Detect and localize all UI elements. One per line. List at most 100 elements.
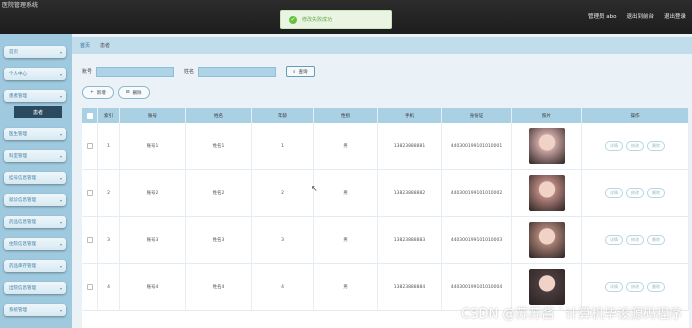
- name-search-input[interactable]: [198, 66, 277, 77]
- breadcrumb-current: 患者: [100, 43, 111, 49]
- chevron-down-icon: ▾: [59, 49, 62, 55]
- row-phone: 13823888883: [378, 217, 442, 263]
- row-operations: 详情 修改 删除: [582, 170, 689, 216]
- sidebar-item-patients[interactable]: 患者管理 ▾: [4, 90, 66, 102]
- row-photo-cell: [512, 170, 582, 216]
- sidebar-item-registration[interactable]: 挂号信息管理 ▾: [4, 172, 66, 184]
- chevron-down-icon: ▾: [59, 241, 62, 247]
- patient-photo: [528, 222, 565, 258]
- success-toast: ✓ 修改失败成功: [280, 10, 392, 29]
- row-index: 4: [98, 264, 120, 310]
- detail-button[interactable]: 详情: [605, 188, 623, 198]
- current-user: 管理员 abo: [587, 14, 617, 20]
- table-row: 2 账号2 姓名2 2 男 13823888882 44030019910101…: [82, 170, 689, 217]
- row-index: 3: [98, 217, 120, 263]
- account-label: 账号: [82, 69, 93, 75]
- col-operations: 操作: [582, 108, 689, 123]
- row-select-cell[interactable]: [82, 264, 98, 310]
- row-operations: 详情 修改 删除: [582, 123, 689, 169]
- mouse-cursor-icon: ↖: [311, 184, 318, 193]
- row-checkbox[interactable]: [86, 143, 93, 149]
- col-phone: 手机: [378, 108, 442, 123]
- row-index: 2: [98, 170, 120, 216]
- main-content: 首页 患者 账号 姓名 ⌕ 查询 + 新增 ⊟ 删除 索引 账号 姓名 年龄 性…: [72, 34, 692, 328]
- select-all-cell[interactable]: [82, 108, 98, 123]
- row-age: 3: [252, 217, 314, 263]
- row-idcard: 440300199101010002: [442, 170, 512, 216]
- row-idcard: 440300199101010003: [442, 217, 512, 263]
- exit-to-frontend-link[interactable]: 退出到前台: [626, 12, 654, 20]
- row-checkbox[interactable]: [86, 237, 93, 243]
- sidebar-item-inventory[interactable]: 药品库存管理 ▾: [4, 260, 66, 272]
- sidebar-item-profile[interactable]: 个人中心 ▾: [4, 68, 66, 80]
- table-row: 1 账号1 姓名1 1 男 13823888881 44030019910101…: [82, 123, 689, 170]
- top-right-menu: 管理员 abo 退出到前台 退出登录: [588, 12, 686, 20]
- name-label: 姓名: [184, 69, 195, 75]
- detail-button[interactable]: 详情: [605, 141, 623, 151]
- delete-row-button[interactable]: 删除: [647, 282, 665, 292]
- patient-photo: [528, 175, 565, 211]
- delete-icon: ⊟: [125, 90, 130, 95]
- sidebar-item-label: 药品库存管理: [9, 264, 36, 269]
- sidebar-item-label: 个人中心: [9, 72, 27, 77]
- sidebar-item-medicine[interactable]: 药品信息管理 ▾: [4, 216, 66, 228]
- sidebar-item-departments[interactable]: 科室管理 ▾: [4, 150, 66, 162]
- query-button-label: 查询: [298, 69, 308, 75]
- check-circle-icon: ✓: [289, 15, 297, 24]
- delete-row-button[interactable]: 删除: [647, 141, 665, 151]
- row-checkbox[interactable]: [86, 284, 93, 290]
- sidebar-item-home[interactable]: 首页 ▾: [4, 46, 66, 58]
- query-button[interactable]: ⌕ 查询: [286, 66, 315, 77]
- sidebar-item-visits[interactable]: 就诊信息管理 ▾: [4, 194, 66, 206]
- row-account: 账号2: [120, 170, 186, 216]
- toast-message: 修改失败成功: [302, 17, 333, 23]
- select-all-checkbox[interactable]: [86, 112, 93, 119]
- sidebar-item-label: 药品信息管理: [9, 220, 36, 225]
- account-search-input[interactable]: [96, 66, 175, 77]
- sidebar-subitem-patient[interactable]: 患者: [14, 106, 62, 118]
- edit-button[interactable]: 修改: [626, 282, 644, 292]
- row-phone: 13823888882: [378, 170, 442, 216]
- row-photo-cell: [512, 123, 582, 169]
- delete-row-button[interactable]: 删除: [647, 188, 665, 198]
- search-icon: ⌕: [293, 69, 296, 75]
- chevron-down-icon: ▾: [59, 263, 62, 269]
- row-photo-cell: [512, 217, 582, 263]
- chevron-down-icon: ▾: [59, 131, 62, 137]
- sidebar-item-inpatient[interactable]: 住院信息管理 ▾: [4, 238, 66, 250]
- delete-row-button[interactable]: 删除: [647, 235, 665, 245]
- row-sex: 男: [314, 170, 378, 216]
- row-select-cell[interactable]: [82, 123, 98, 169]
- chevron-down-icon: ▾: [59, 153, 62, 159]
- row-phone: 13823888884: [378, 264, 442, 310]
- detail-button[interactable]: 详情: [605, 235, 623, 245]
- add-button[interactable]: + 新增: [82, 86, 114, 99]
- sidebar-item-system[interactable]: 系统管理 ▾: [4, 304, 66, 316]
- add-button-label: 新增: [96, 90, 106, 96]
- row-select-cell[interactable]: [82, 170, 98, 216]
- row-checkbox[interactable]: [86, 190, 93, 196]
- sidebar: 首页 ▾ 个人中心 ▾ 患者管理 ▾ 患者 医生管理 ▾ 科室管理 ▾ 挂号信息管理 ▾ 就…: [0, 34, 72, 328]
- col-account: 账号: [120, 108, 186, 123]
- sidebar-item-label: 系统管理: [9, 308, 27, 313]
- delete-button[interactable]: ⊟ 删除: [117, 86, 150, 99]
- edit-button[interactable]: 修改: [626, 235, 644, 245]
- logout-link[interactable]: 退出登录: [664, 12, 686, 20]
- row-index: 1: [98, 123, 120, 169]
- chevron-down-icon: ▾: [59, 307, 62, 313]
- row-age: 2: [252, 170, 314, 216]
- row-age: 1: [252, 123, 314, 169]
- chevron-down-icon: ▾: [59, 285, 62, 291]
- col-photo: 照片: [512, 108, 582, 123]
- breadcrumb-home[interactable]: 首页: [80, 42, 90, 49]
- row-phone: 13823888881: [378, 123, 442, 169]
- sidebar-item-label: 首页: [9, 50, 18, 55]
- row-select-cell[interactable]: [82, 217, 98, 263]
- row-name: 姓名1: [186, 123, 252, 169]
- sidebar-item-discharge[interactable]: 出院信息管理 ▾: [4, 282, 66, 294]
- detail-button[interactable]: 详情: [605, 282, 623, 292]
- edit-button[interactable]: 修改: [626, 141, 644, 151]
- sidebar-item-doctors[interactable]: 医生管理 ▾: [4, 128, 66, 140]
- edit-button[interactable]: 修改: [626, 188, 644, 198]
- row-operations: 详情 修改 删除: [582, 217, 689, 263]
